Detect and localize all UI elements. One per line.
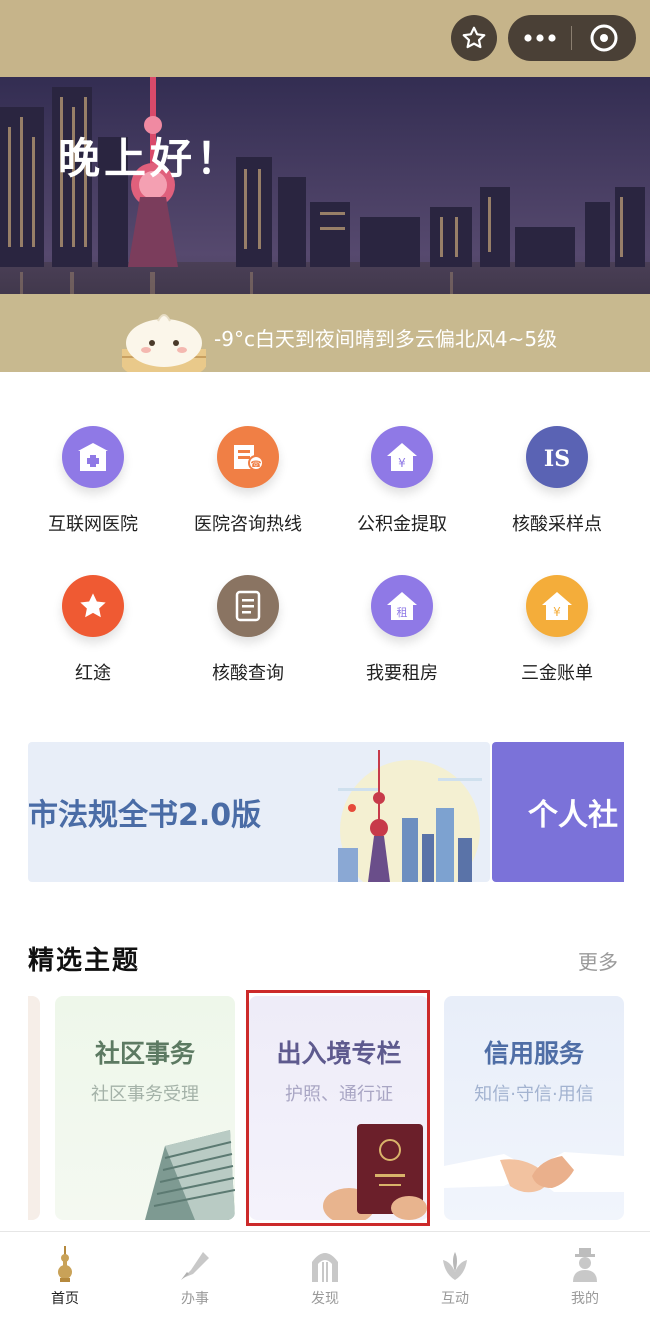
promo-title: 市法规全书2.0版: [28, 798, 262, 833]
tab-discover[interactable]: 发现: [260, 1232, 390, 1308]
service-label: 核酸采样点: [512, 514, 602, 535]
card-subtitle: 社区事务受理: [91, 1084, 199, 1105]
service-bills[interactable]: ¥ 三金账单: [482, 575, 632, 685]
svg-text:☎: ☎: [250, 460, 261, 470]
tab-label: 办事: [181, 1291, 209, 1307]
more-dots-icon: [524, 34, 556, 42]
passport-image: [323, 1124, 427, 1220]
service-label: 红途: [75, 663, 111, 684]
service-label: 互联网医院: [48, 514, 138, 535]
hotline-icon: ☎: [217, 426, 279, 488]
fund-house-icon: ¥: [371, 426, 433, 488]
service-fund-withdraw[interactable]: ¥ 公积金提取: [327, 426, 477, 536]
tab-interact[interactable]: 互动: [390, 1232, 520, 1308]
service-red-route[interactable]: 红途: [18, 575, 168, 685]
bottom-nav: 首页 办事 发现 互动 我的: [0, 1231, 650, 1318]
tab-label: 发现: [311, 1291, 339, 1307]
flower-icon: [443, 1252, 467, 1280]
bun-mascot-icon: [122, 314, 206, 372]
more-link[interactable]: 更多: [578, 946, 618, 975]
card-credit-service[interactable]: 信用服务 知信·守信·用信: [444, 996, 624, 1220]
tab-label: 首页: [51, 1291, 79, 1307]
section-title: 精选主题: [28, 946, 141, 976]
tab-label: 互动: [441, 1291, 469, 1307]
promo-banner-personal[interactable]: 个人社: [492, 742, 624, 882]
mini-program-capsule: [508, 15, 636, 61]
promo-title: 个人社: [528, 798, 618, 833]
service-test-query[interactable]: 核酸查询: [173, 575, 323, 685]
capsule-divider: [571, 26, 572, 50]
city-illustration-image: [338, 750, 482, 882]
close-button[interactable]: [572, 15, 636, 61]
red-star-icon: [62, 575, 124, 637]
tab-services[interactable]: 办事: [130, 1232, 260, 1308]
service-label: 公积金提取: [357, 514, 447, 535]
service-label: 我要租房: [366, 663, 438, 684]
star-icon: [462, 26, 486, 49]
service-hospital-hotline[interactable]: ☎ 医院咨询热线: [173, 426, 323, 536]
tab-mine[interactable]: 我的: [520, 1232, 650, 1308]
arch-icon: [312, 1253, 338, 1282]
card-subtitle: 护照、通行证: [285, 1084, 393, 1105]
card-title: 信用服务: [483, 1039, 584, 1068]
card-subtitle: 知信·守信·用信: [474, 1084, 594, 1105]
favorite-button[interactable]: [451, 15, 497, 61]
greeting-banner[interactable]: 晚上好！ -9°c白天到夜间晴到多云偏北风4~5级: [0, 77, 650, 372]
service-sampling-site[interactable]: IS 核酸采样点: [482, 426, 632, 536]
handshake-image: [444, 1152, 624, 1193]
service-internet-hospital[interactable]: 互联网医院: [18, 426, 168, 536]
sampling-site-icon: IS: [526, 426, 588, 488]
bill-house-icon: ¥: [526, 575, 588, 637]
svg-text:¥: ¥: [398, 456, 406, 470]
top-bar: [0, 0, 650, 77]
svg-text:IS: IS: [544, 446, 570, 472]
tab-label: 我的: [571, 1291, 599, 1307]
greeting-text: 晚上好！: [58, 134, 243, 183]
service-label: 三金账单: [521, 663, 593, 684]
service-label: 医院咨询热线: [194, 514, 302, 535]
card-community-affairs[interactable]: 社区事务 社区事务受理: [55, 996, 235, 1220]
svg-text:¥: ¥: [553, 605, 561, 619]
hospital-icon: [62, 426, 124, 488]
building-image: [145, 1130, 235, 1220]
promo-banner-regulations[interactable]: 市法规全书2.0版: [28, 742, 490, 882]
close-icon: [590, 24, 618, 52]
svg-text:租: 租: [397, 606, 408, 619]
card-exit-entry[interactable]: 出入境专栏 护照、通行证: [249, 996, 429, 1220]
card-edge-previous: [28, 996, 40, 1220]
person-icon: [573, 1248, 597, 1282]
home-tower-icon: [58, 1246, 72, 1282]
service-rent-house[interactable]: 租 我要租房: [327, 575, 477, 685]
more-button[interactable]: [508, 15, 572, 61]
card-title: 社区事务: [94, 1039, 195, 1068]
pen-icon: [181, 1252, 209, 1280]
service-label: 核酸查询: [212, 663, 284, 684]
document-icon: [217, 575, 279, 637]
card-title: 出入境专栏: [276, 1039, 402, 1068]
rent-house-icon: 租: [371, 575, 433, 637]
weather-text: -9°c白天到夜间晴到多云偏北风4~5级: [214, 327, 558, 351]
tab-home[interactable]: 首页: [0, 1232, 130, 1308]
